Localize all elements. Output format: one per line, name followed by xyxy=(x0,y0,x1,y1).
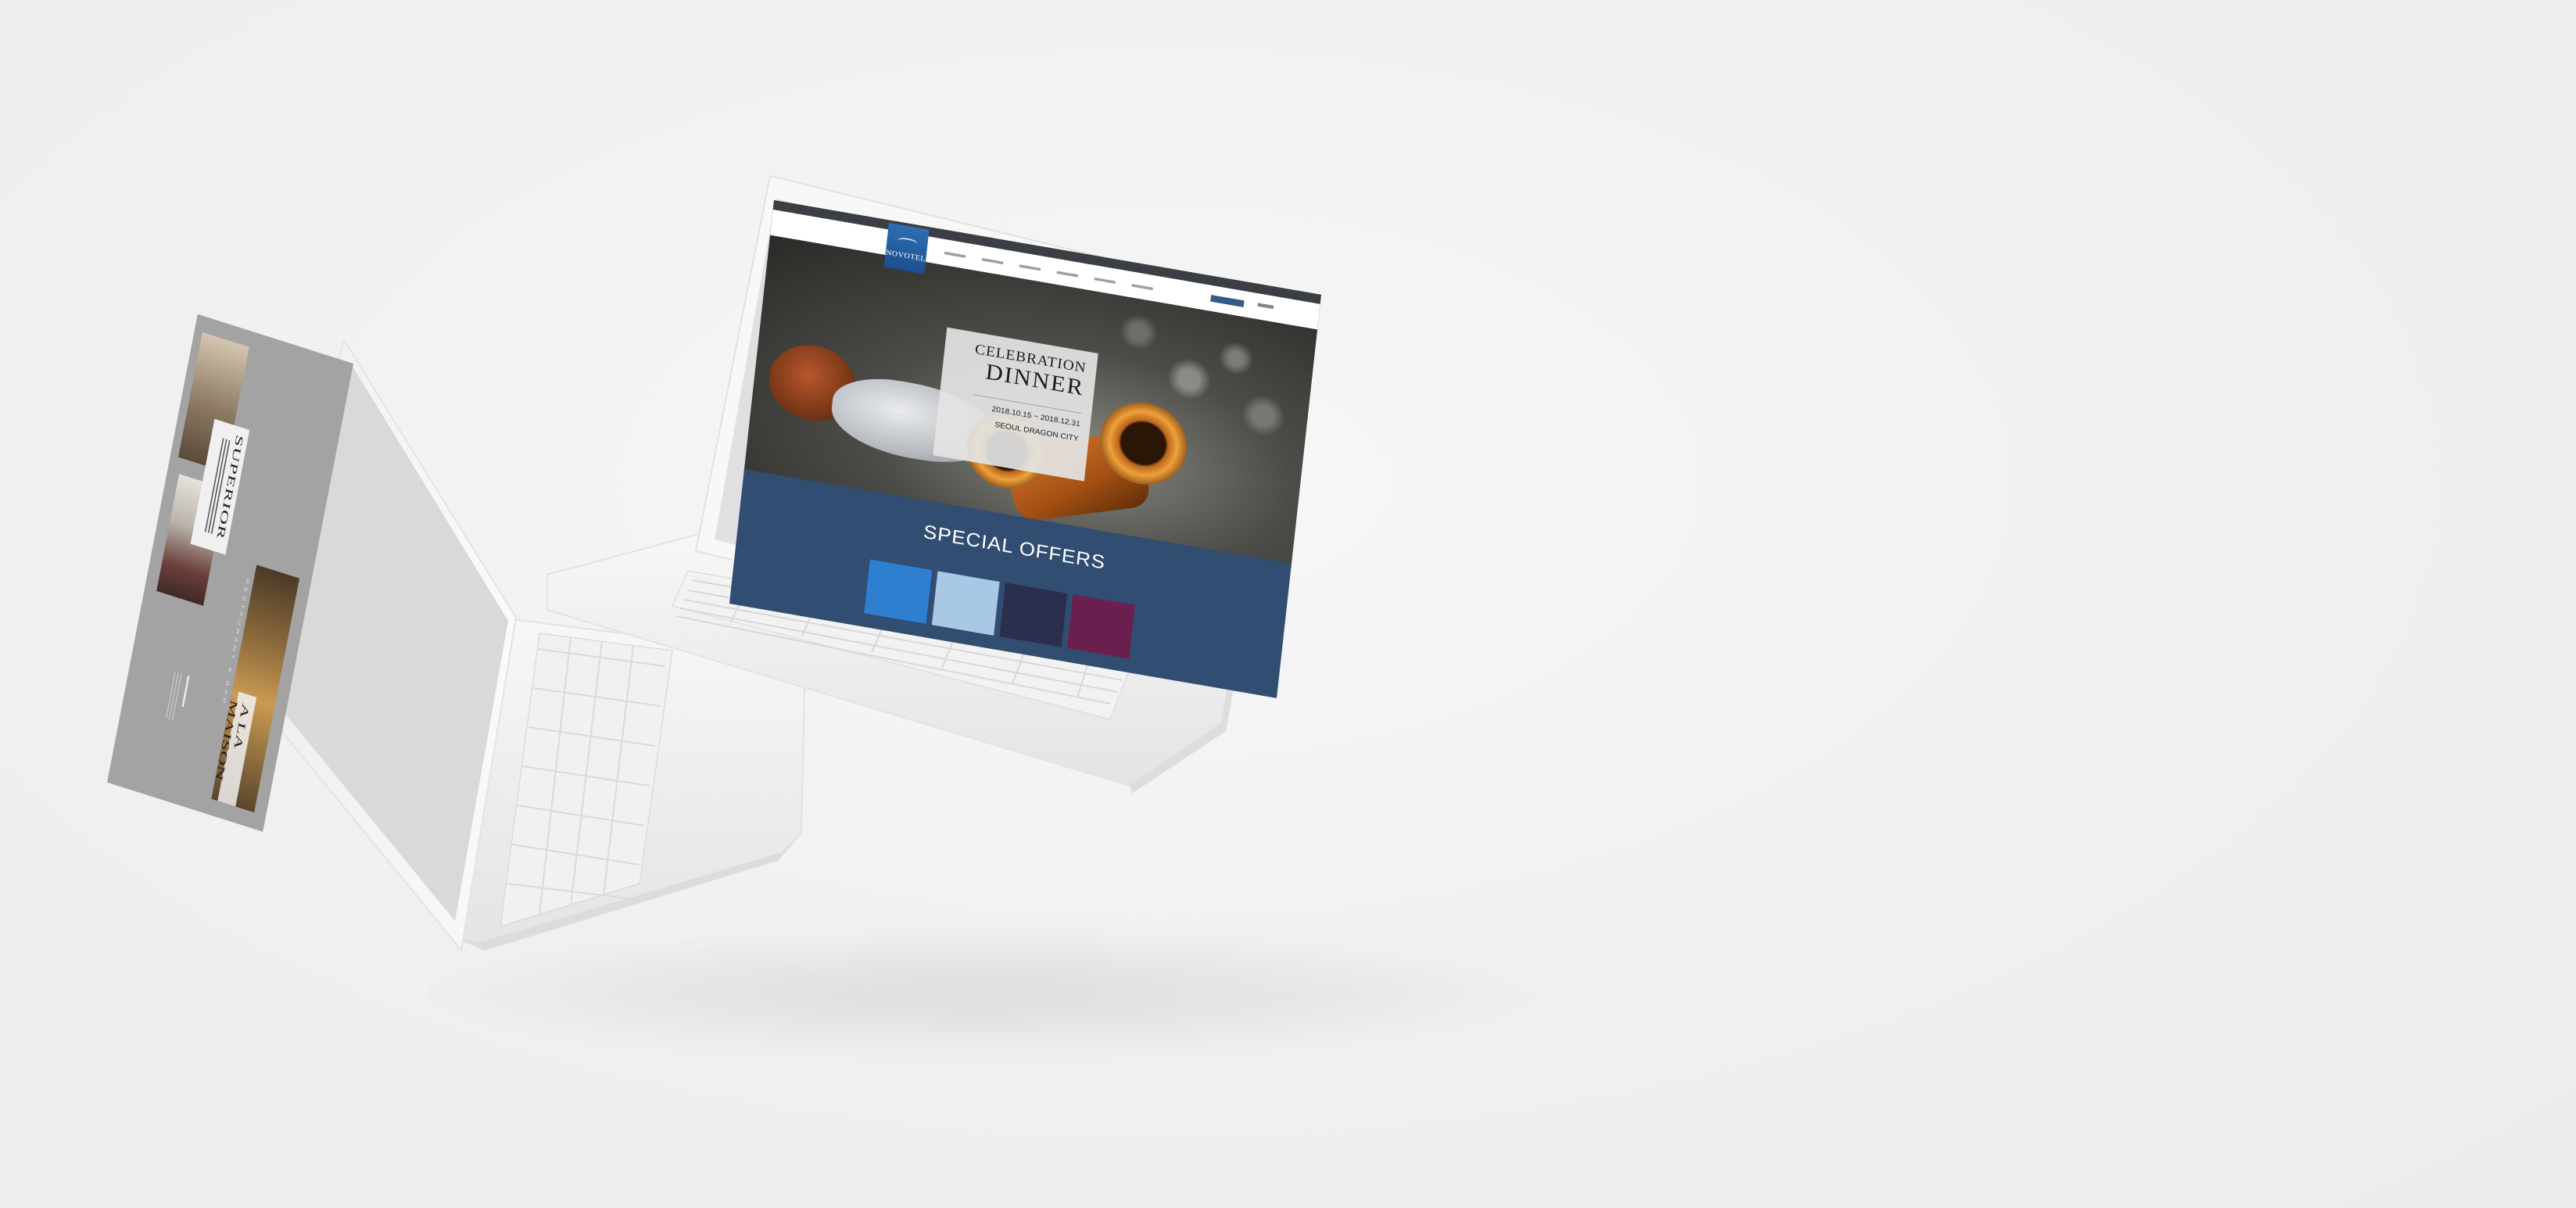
nav-item[interactable] xyxy=(1131,284,1154,291)
offer-thumbnail[interactable] xyxy=(999,582,1068,647)
reservation-button[interactable] xyxy=(1210,295,1245,307)
novotel-logo[interactable]: NOVOTEL xyxy=(883,222,930,274)
offer-thumbnail[interactable] xyxy=(931,571,1000,636)
nav-item[interactable] xyxy=(981,257,1004,265)
logo-text: NOVOTEL xyxy=(885,248,926,263)
offer-thumbnail[interactable] xyxy=(864,559,933,624)
laptop-mockup-stage xyxy=(245,174,1315,952)
footer-lines xyxy=(163,671,182,721)
promo-card[interactable]: CELEBRATION DINNER 2018.10.15 ~ 2018.12.… xyxy=(933,327,1098,482)
footer-brand xyxy=(181,675,190,708)
nav-item[interactable] xyxy=(1019,264,1041,271)
nav-item[interactable] xyxy=(1094,277,1116,284)
offer-thumbnail[interactable] xyxy=(1067,594,1135,659)
nav-item[interactable] xyxy=(944,251,966,258)
language-selector[interactable] xyxy=(1257,303,1274,310)
nav-item[interactable] xyxy=(1056,271,1079,278)
logo-mark-icon xyxy=(897,236,918,249)
